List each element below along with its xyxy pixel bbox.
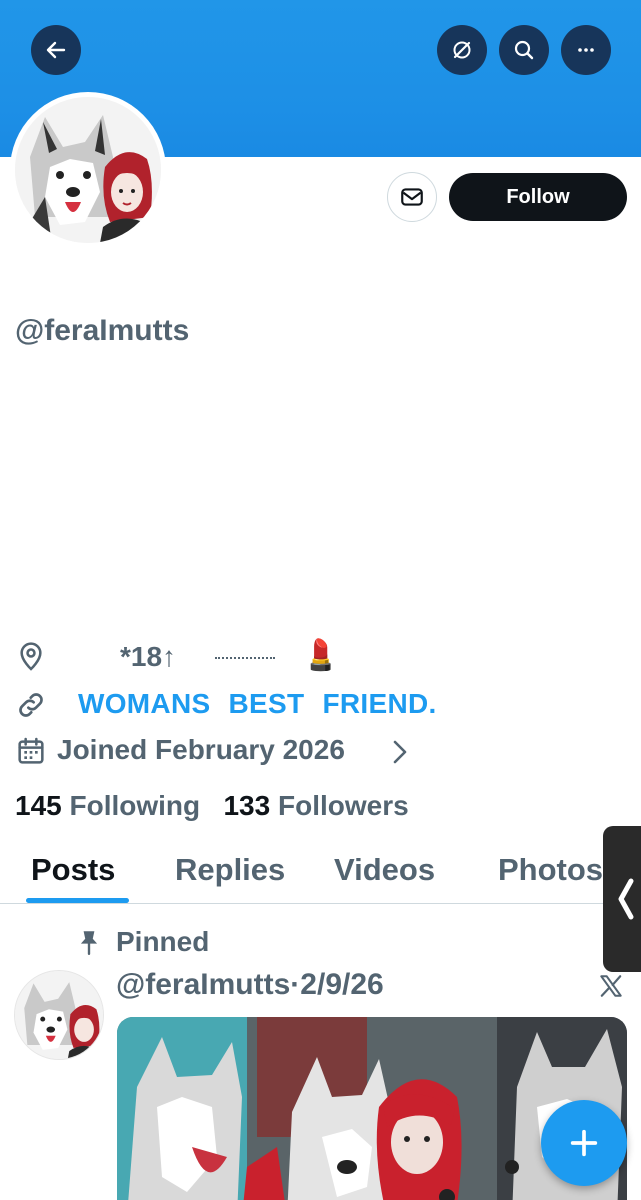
profile-avatar[interactable] — [10, 92, 166, 248]
grok-button[interactable] — [437, 25, 487, 75]
grok-icon — [453, 41, 471, 59]
post-avatar-image — [15, 971, 103, 1059]
following-count: 145 — [15, 790, 62, 821]
location-row — [15, 641, 47, 673]
envelope-icon — [401, 188, 423, 206]
chevron-right-icon[interactable] — [390, 738, 410, 766]
post-header: @feraImutts·2/9/26 — [116, 968, 384, 1002]
post-date[interactable]: 2/9/26 — [300, 968, 383, 1001]
post-media[interactable] — [117, 1017, 627, 1200]
profile-handle: @feraImutts — [15, 314, 190, 347]
followers-link[interactable]: 133 Followers — [223, 790, 408, 821]
profile-tabs: Posts Replies Videos Photos — [0, 846, 641, 904]
profile-link[interactable]: WOMANS BEST FRIEND. — [78, 688, 437, 720]
chevron-left-icon — [618, 878, 633, 920]
lipstick-emoji: 💄 — [302, 639, 340, 672]
side-panel-handle[interactable] — [603, 826, 641, 972]
calendar-icon — [18, 737, 44, 764]
follow-stats: 145 Following 133 Followers — [15, 790, 409, 822]
link-row — [15, 689, 47, 721]
location-divider — [215, 657, 275, 659]
following-label: Following — [69, 790, 201, 821]
more-button[interactable] — [561, 25, 611, 75]
pinned-label: Pinned — [116, 926, 210, 957]
tab-posts[interactable]: Posts — [31, 852, 115, 888]
followers-label: Followers — [277, 790, 409, 821]
joined-date[interactable]: Joined February 2026 — [57, 734, 345, 766]
link-icon — [19, 693, 43, 717]
search-icon — [514, 40, 534, 60]
post-handle[interactable]: @feraImutts — [116, 968, 290, 1001]
follow-button[interactable]: Follow — [449, 173, 627, 221]
joined-row — [15, 735, 47, 767]
location-pin-icon — [20, 642, 42, 671]
avatar-image — [15, 97, 161, 243]
search-button[interactable] — [499, 25, 549, 75]
post-media-image — [117, 1017, 627, 1200]
x-logo-icon — [600, 975, 622, 997]
tab-videos[interactable]: Videos — [334, 852, 435, 888]
followers-count: 133 — [223, 790, 271, 821]
pin-icon — [80, 931, 98, 956]
active-tab-indicator — [26, 898, 129, 903]
arrow-left-icon — [46, 41, 66, 59]
compose-button[interactable] — [541, 1100, 627, 1186]
pinned-indicator: Pinned — [76, 926, 209, 958]
more-icon — [578, 48, 594, 52]
location-text: *18↑ — [120, 641, 177, 672]
tab-photos[interactable]: Photos — [498, 852, 603, 888]
back-button[interactable] — [31, 25, 81, 75]
tab-replies[interactable]: Replies — [175, 852, 285, 888]
post-separator: · — [290, 968, 301, 1001]
plus-icon — [570, 1129, 598, 1157]
post-avatar[interactable] — [14, 970, 104, 1060]
message-button[interactable] — [387, 172, 437, 222]
following-link[interactable]: 145 Following — [15, 790, 208, 821]
